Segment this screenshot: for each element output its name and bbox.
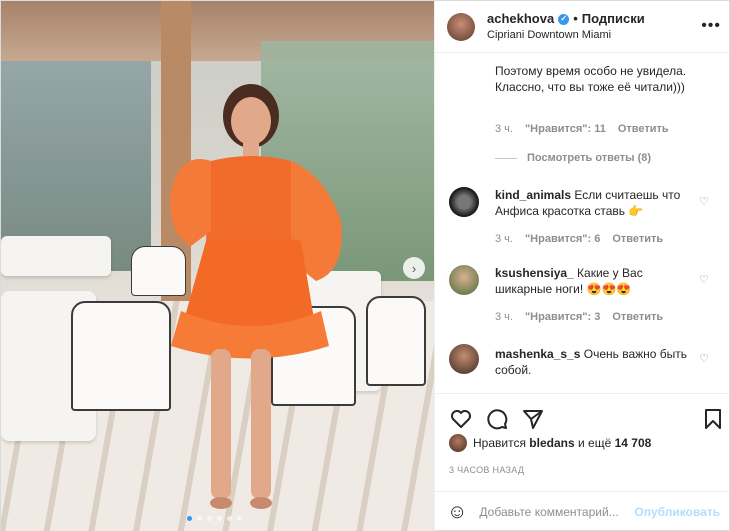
post-side-panel: achekhova ✓ • Подписки Cipriani Downtown…	[434, 1, 730, 531]
comment-meta: 3 ч. "Нравится": 11 Ответить	[495, 123, 669, 135]
commenter-avatar[interactable]	[449, 265, 479, 295]
more-icon[interactable]: •••	[701, 17, 721, 35]
view-replies-label: Посмотреть ответы (8)	[527, 152, 652, 164]
likes-prefix: Нравится	[473, 436, 530, 450]
view-replies-button[interactable]: Посмотреть ответы (8)	[495, 152, 651, 164]
comment-text: mashenka_s_s Очень важно быть собой.	[495, 346, 695, 378]
comment-time[interactable]: 3 ч.	[495, 123, 513, 135]
photo-chair	[366, 296, 426, 386]
carousel-dot	[217, 516, 222, 521]
add-comment-bar: ☺ Опубликовать	[435, 491, 730, 531]
liker-username[interactable]: bledans	[529, 436, 574, 450]
reply-button[interactable]: Ответить	[618, 123, 669, 135]
comment-input[interactable]	[479, 505, 635, 519]
comment-like-heart-icon[interactable]: ♡	[699, 352, 709, 365]
comment-likes[interactable]: "Нравится": 6	[525, 233, 600, 245]
post-header: achekhova ✓ • Подписки Cipriani Downtown…	[435, 1, 730, 53]
post-timestamp[interactable]: 3 ЧАСОВ НАЗАД	[449, 465, 524, 475]
comment-like-heart-icon[interactable]: ♡	[699, 273, 709, 286]
reply-button[interactable]: Ответить	[612, 233, 663, 245]
comment-bubble-icon[interactable]	[485, 407, 509, 431]
carousel-dot	[227, 516, 232, 521]
carousel-dot	[197, 516, 202, 521]
comment-text: ksushensiya_ Какие у Вас шикарные ноги! …	[495, 265, 695, 297]
comment-likes[interactable]: "Нравится": 3	[525, 311, 600, 323]
liker-avatar[interactable]	[449, 434, 467, 452]
post-location[interactable]: Cipriani Downtown Miami	[487, 28, 645, 42]
commenter-avatar[interactable]	[449, 187, 479, 217]
comment-likes[interactable]: "Нравится": 11	[525, 123, 606, 135]
author-username[interactable]: achekhova	[487, 11, 554, 28]
carousel-dot	[187, 516, 192, 521]
woman-figure	[170, 84, 342, 509]
comment-username[interactable]: mashenka_s_s	[495, 347, 580, 361]
comment-meta: 3 ч. "Нравится": 3 Ответить	[495, 311, 663, 323]
likes-count[interactable]: 14 708	[615, 436, 652, 450]
comments-list: Поэтому время особо не увидела. Классно,…	[435, 53, 730, 393]
carousel-dot	[207, 516, 212, 521]
commenter-avatar[interactable]	[449, 344, 479, 374]
photo-table	[1, 236, 111, 276]
comment-time[interactable]: 3 ч.	[495, 311, 513, 323]
divider-line	[495, 157, 517, 159]
comment-username[interactable]: ksushensiya_	[495, 266, 574, 280]
instagram-post: › achekhova ✓ • Подписки Cipriani Downto…	[0, 0, 730, 531]
comment-meta: 3 ч. "Нравится": 6 Ответить	[495, 233, 663, 245]
comment-like-heart-icon[interactable]: ♡	[699, 195, 709, 208]
separator: •	[573, 10, 578, 26]
verified-badge-icon: ✓	[558, 13, 570, 25]
like-heart-icon[interactable]	[449, 407, 473, 431]
publish-button[interactable]: Опубликовать	[634, 505, 720, 519]
carousel-dots	[187, 516, 242, 521]
likes-middle: и ещё	[574, 436, 615, 450]
comment-time[interactable]: 3 ч.	[495, 233, 513, 245]
bookmark-icon[interactable]	[701, 407, 725, 431]
comment-text: Поэтому время особо не увидела. Классно,…	[495, 64, 687, 94]
comment-text: kind_animals Если считаешь что Анфиса кр…	[495, 187, 695, 219]
emoji-smiley-icon[interactable]: ☺	[447, 501, 467, 524]
carousel-dot	[237, 516, 242, 521]
next-photo-button[interactable]: ›	[403, 257, 425, 279]
likes-summary: Нравится bledans и ещё 14 708	[449, 434, 651, 452]
post-photo[interactable]: ›	[1, 1, 434, 531]
author-avatar[interactable]	[447, 12, 475, 41]
comment-username[interactable]: kind_animals	[495, 188, 571, 202]
reply-button[interactable]: Ответить	[612, 311, 663, 323]
following-button[interactable]: Подписки	[582, 11, 645, 28]
share-send-icon[interactable]	[521, 407, 545, 431]
